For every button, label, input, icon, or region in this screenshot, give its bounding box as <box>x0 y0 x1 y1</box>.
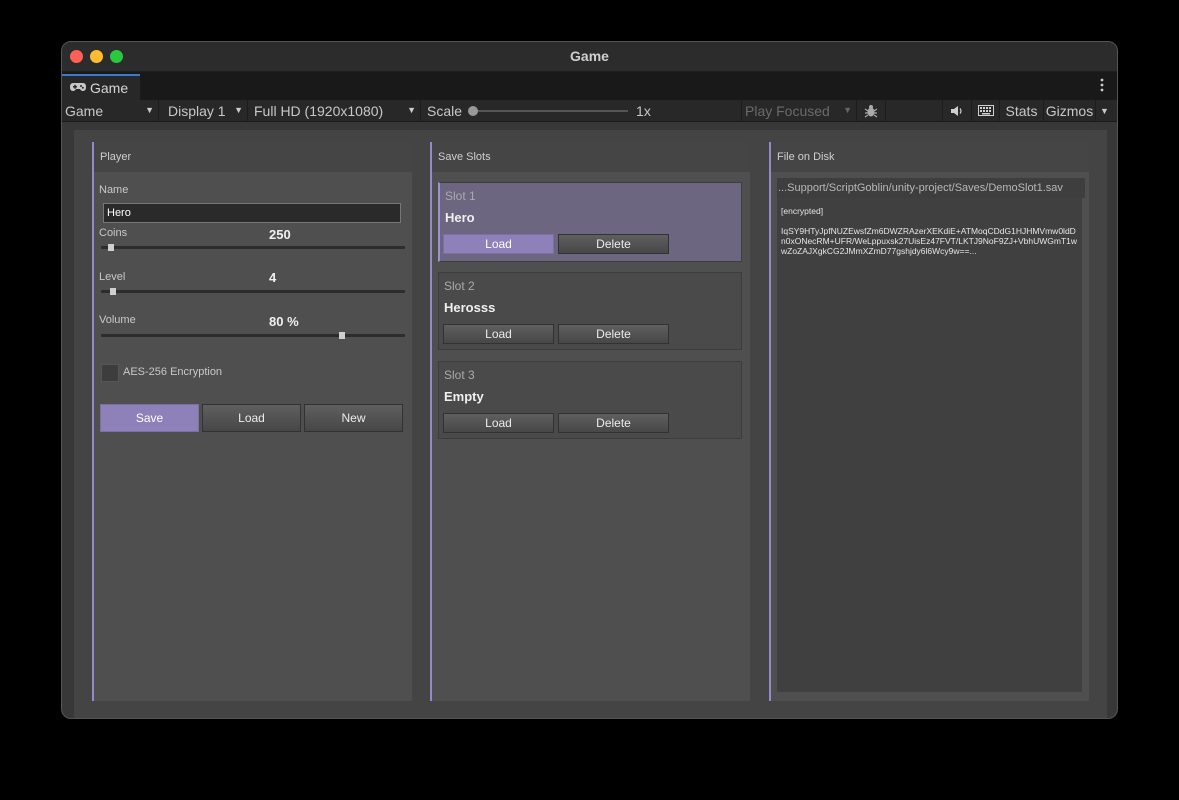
name-field[interactable]: Hero <box>103 203 401 223</box>
volume-slider-knob[interactable] <box>339 332 345 339</box>
play-mode-dropdown[interactable]: Play Focused ▼ <box>741 99 857 122</box>
resolution-value: Full HD (1920x1080) <box>254 102 384 119</box>
speaker-icon[interactable] <box>943 100 971 122</box>
player-panel: Player Name Hero Coins 250 Level 4 Volum… <box>92 142 412 701</box>
level-slider[interactable] <box>101 288 405 295</box>
file-path: ...Support/ScriptGoblin/unity-project/Sa… <box>777 178 1085 198</box>
load-button[interactable]: Load <box>202 404 301 432</box>
toolbar-spacer <box>885 99 943 122</box>
chevron-down-icon: ▼ <box>234 104 243 115</box>
tab-game[interactable]: Game <box>62 74 140 100</box>
save-slot-3[interactable]: Slot 3 Empty Load Delete <box>438 361 742 439</box>
slot-1-delete-button[interactable]: Delete <box>558 234 669 254</box>
coins-slider[interactable] <box>101 244 405 251</box>
coins-slider-knob[interactable] <box>108 244 114 251</box>
file-encrypted-tag: [encrypted] <box>781 206 824 216</box>
view-mode-value: Game <box>65 102 104 119</box>
slot-player-name: Empty <box>444 389 484 404</box>
slot-name: Slot 2 <box>444 279 475 293</box>
stats-button[interactable]: Stats <box>999 99 1043 122</box>
gizmos-button[interactable]: Gizmos <box>1043 99 1095 122</box>
coins-value: 250 <box>269 227 291 242</box>
kebab-menu-icon[interactable] <box>1099 78 1105 92</box>
display-value: Display 1 <box>168 102 226 119</box>
gamepad-icon <box>70 82 86 95</box>
file-content-spacer <box>781 216 1078 226</box>
slot-name: Slot 1 <box>445 189 476 203</box>
level-label: Level <box>99 271 126 283</box>
file-panel-header: File on Disk <box>771 142 1089 172</box>
scale-slider[interactable] <box>468 105 629 116</box>
save-button[interactable]: Save <box>100 404 199 432</box>
display-dropdown[interactable]: Display 1 ▼ <box>159 99 248 122</box>
slot-2-load-button[interactable]: Load <box>443 324 554 344</box>
chevron-down-icon: ▼ <box>843 104 852 115</box>
bug-icon[interactable] <box>857 100 885 122</box>
scale-value: 1x <box>636 102 651 119</box>
scale-control: Scale 1x <box>421 103 741 119</box>
chevron-down-icon: ▼ <box>145 104 154 115</box>
file-content-view[interactable]: [encrypted] IqSY9HTyJpfNUZEwsfZm6DWZRAze… <box>777 198 1082 692</box>
slot-name: Slot 3 <box>444 368 475 382</box>
view-mode-dropdown[interactable]: Game ▼ <box>62 99 159 122</box>
slot-player-name: Hero <box>445 210 475 225</box>
window-title: Game <box>570 48 609 64</box>
slot-player-name: Herosss <box>444 300 496 315</box>
file-content-text: IqSY9HTyJpfNUZEwsfZm6DWZRAzerXEKdiE+ATMo… <box>781 226 1078 256</box>
level-slider-knob[interactable] <box>110 288 116 295</box>
keyboard-icon[interactable] <box>971 99 999 122</box>
encryption-label: AES-256 Encryption <box>123 366 223 378</box>
game-view: Player Name Hero Coins 250 Level 4 Volum… <box>74 130 1107 718</box>
volume-value: 80 % <box>269 314 299 329</box>
title-bar: Game <box>62 42 1117 72</box>
encryption-checkbox[interactable] <box>101 364 119 382</box>
slot-2-delete-button[interactable]: Delete <box>558 324 669 344</box>
tab-bar: Game <box>62 72 1117 100</box>
volume-label: Volume <box>99 314 136 326</box>
chevron-down-icon: ▼ <box>1100 105 1109 116</box>
level-value: 4 <box>269 270 277 285</box>
file-on-disk-panel: File on Disk ...Support/ScriptGoblin/uni… <box>769 142 1089 701</box>
name-label: Name <box>99 184 129 196</box>
resolution-dropdown[interactable]: Full HD (1920x1080) ▼ <box>248 99 421 122</box>
new-button[interactable]: New <box>304 404 403 432</box>
slot-1-load-button[interactable]: Load <box>443 234 554 254</box>
slot-3-delete-button[interactable]: Delete <box>558 413 669 433</box>
gizmos-dropdown[interactable]: ▼ <box>1095 99 1113 122</box>
player-panel-header: Player <box>94 142 412 172</box>
coins-label: Coins <box>99 227 128 239</box>
save-slot-2[interactable]: Slot 2 Herosss Load Delete <box>438 272 742 350</box>
slot-3-load-button[interactable]: Load <box>443 413 554 433</box>
volume-slider[interactable] <box>101 332 405 339</box>
scale-label: Scale <box>427 102 463 119</box>
tab-label: Game <box>90 80 129 96</box>
play-mode-value: Play Focused <box>745 102 830 119</box>
chevron-down-icon: ▼ <box>407 104 416 115</box>
save-slot-1[interactable]: Slot 1 Hero Load Delete <box>438 182 742 262</box>
game-toolbar: Game ▼ Display 1 ▼ Full HD (1920x1080) ▼… <box>62 99 1117 122</box>
game-window: Game Game Game ▼ Display 1 ▼ Full HD (19… <box>61 41 1118 719</box>
save-slots-panel: Save Slots Slot 1 Hero Load Delete Slot … <box>430 142 750 701</box>
save-slots-header: Save Slots <box>432 142 750 172</box>
scale-slider-knob[interactable] <box>468 105 479 116</box>
